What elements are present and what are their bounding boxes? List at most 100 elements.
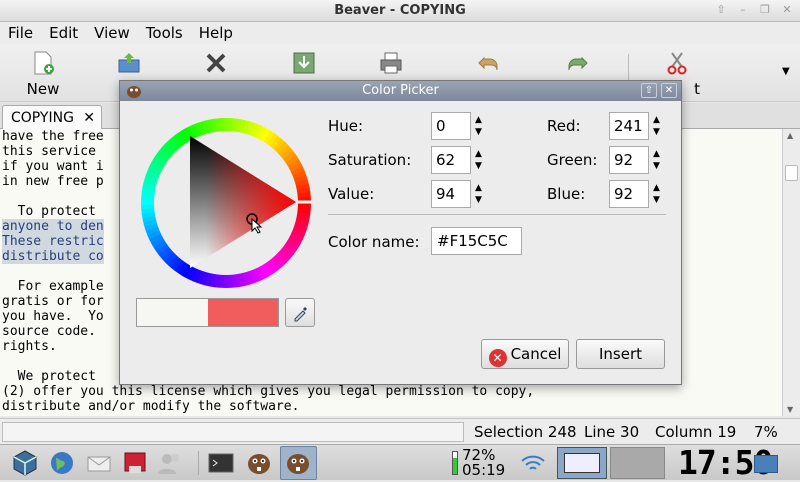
color-name-input[interactable]: #F15C5C	[431, 227, 522, 255]
green-spin[interactable]: 92 ▲ ▼	[609, 146, 673, 174]
color-picker-dialog: Color Picker ⇧ ✕ Hue: 0 ▲ ▼ Saturation: …	[119, 80, 682, 385]
package-manager-icon[interactable]	[120, 448, 150, 478]
red-spin[interactable]: 241 ▲ ▼	[609, 112, 673, 140]
redo-button[interactable]	[552, 50, 602, 76]
tab-copying[interactable]: COPYING ✕	[2, 105, 102, 130]
color-swatch	[136, 298, 279, 327]
status-line: Line 30	[584, 423, 640, 441]
color-wheel[interactable]	[138, 115, 314, 291]
value-input[interactable]: 94	[431, 180, 471, 208]
tab-close-icon[interactable]: ✕	[83, 106, 95, 130]
editor-line: rights.	[2, 339, 57, 354]
mail-icon[interactable]	[84, 448, 114, 478]
red-up-icon[interactable]: ▲	[653, 115, 660, 125]
red-input[interactable]: 241	[609, 112, 649, 140]
terminal-icon[interactable]	[206, 448, 236, 478]
tab-label: COPYING	[11, 110, 74, 126]
menu-edit[interactable]: Edit	[41, 22, 86, 44]
editor-line: For example	[2, 279, 104, 294]
battery-icon	[452, 451, 458, 475]
blue-up-icon[interactable]: ▲	[653, 183, 660, 193]
window-controls: ⇧ – ❐ ✕	[712, 2, 796, 18]
users-icon[interactable]	[155, 448, 185, 478]
undo-button[interactable]	[464, 50, 514, 76]
saturation-spin[interactable]: 62 ▲ ▼	[431, 146, 495, 174]
menu-help[interactable]: Help	[191, 22, 241, 44]
save-icon	[293, 52, 315, 74]
show-desktop-icon[interactable]	[754, 455, 778, 473]
eyedropper-button[interactable]	[285, 298, 315, 327]
value-up-icon[interactable]: ▲	[475, 183, 482, 193]
restore-icon[interactable]: ❐	[756, 2, 774, 18]
green-up-icon[interactable]: ▲	[653, 149, 660, 159]
green-label: Green:	[547, 151, 598, 169]
new-button[interactable]: New	[18, 50, 68, 98]
scroll-up-icon[interactable]: ▲	[787, 131, 793, 140]
value-label: Value:	[328, 185, 375, 203]
save-button[interactable]	[279, 50, 329, 76]
menu-view[interactable]: View	[86, 22, 138, 44]
minimize-icon[interactable]: –	[734, 2, 752, 18]
browser-globe-icon[interactable]	[47, 448, 77, 478]
value-spin[interactable]: 94 ▲ ▼	[431, 180, 495, 208]
open-folder-icon	[118, 53, 140, 73]
desktop-cube-icon[interactable]	[10, 448, 40, 478]
window-title: Beaver - COPYING	[334, 3, 466, 18]
value-down-icon[interactable]: ▼	[475, 195, 482, 205]
dialog-title: Color Picker	[362, 83, 439, 98]
insert-label: Insert	[598, 345, 643, 363]
hue-down-icon[interactable]: ▼	[475, 127, 482, 137]
scissors-icon	[667, 52, 687, 75]
battery-time: 05:19	[462, 461, 506, 479]
beaver-active-app-icon[interactable]	[283, 448, 313, 478]
editor-line: source code.	[2, 324, 104, 339]
menu-file[interactable]: File	[0, 22, 41, 44]
blue-input[interactable]: 92	[609, 180, 649, 208]
triangle-hue-layer	[190, 136, 296, 268]
close-icon[interactable]: ✕	[778, 2, 796, 18]
editor-line: this service	[2, 144, 104, 159]
eyedropper-icon	[294, 307, 307, 322]
saturation-down-icon[interactable]: ▼	[475, 161, 482, 171]
toolbar-overflow-arrow-icon[interactable]: ▼	[782, 66, 790, 77]
wifi-icon[interactable]	[518, 448, 548, 478]
print-button[interactable]	[366, 50, 416, 76]
hue-spin[interactable]: 0 ▲ ▼	[431, 112, 495, 140]
hue-up-icon[interactable]: ▲	[475, 115, 482, 125]
status-selection: Selection 248	[474, 423, 577, 441]
red-down-icon[interactable]: ▼	[653, 127, 660, 137]
printer-icon	[380, 52, 402, 74]
maximize-up-icon[interactable]: ⇧	[712, 2, 730, 18]
scrollbar-thumb[interactable]	[785, 165, 798, 181]
beaver-small-icon	[127, 86, 141, 98]
green-down-icon[interactable]: ▼	[653, 161, 660, 171]
menu-tools[interactable]: Tools	[138, 22, 191, 44]
editor-line: gratis or for	[2, 294, 104, 309]
editor-line: To protect	[2, 204, 104, 219]
new-label: New	[26, 80, 60, 98]
status-message-field	[2, 422, 464, 442]
dialog-close-icon[interactable]: ✕	[661, 83, 677, 98]
previous-color-swatch	[137, 299, 208, 326]
hue-input[interactable]: 0	[431, 112, 471, 140]
saturation-up-icon[interactable]: ▲	[475, 149, 482, 159]
insert-button[interactable]: Insert	[576, 339, 665, 369]
cancel-button[interactable]: ✕ Cancel	[481, 339, 569, 369]
green-input[interactable]: 92	[609, 146, 649, 174]
status-zoom: 7%	[754, 423, 778, 441]
close-file-button[interactable]	[191, 50, 241, 76]
vertical-scrollbar[interactable]: ▲ ▼	[782, 129, 800, 416]
workspace-1[interactable]	[557, 447, 607, 479]
editor-line: These restric	[2, 234, 104, 249]
workspace-2[interactable]	[610, 447, 665, 479]
undo-icon	[478, 56, 498, 71]
dialog-maximize-icon[interactable]: ⇧	[641, 83, 657, 98]
blue-spin[interactable]: 92 ▲ ▼	[609, 180, 673, 208]
scroll-down-icon[interactable]: ▼	[787, 405, 793, 414]
beaver-app-icon[interactable]	[244, 448, 274, 478]
saturation-input[interactable]: 62	[431, 146, 471, 174]
redo-icon	[568, 56, 588, 71]
blue-down-icon[interactable]: ▼	[653, 195, 660, 205]
dialog-titlebar: Color Picker ⇧ ✕	[120, 81, 681, 101]
taskbar-separator	[198, 451, 199, 475]
